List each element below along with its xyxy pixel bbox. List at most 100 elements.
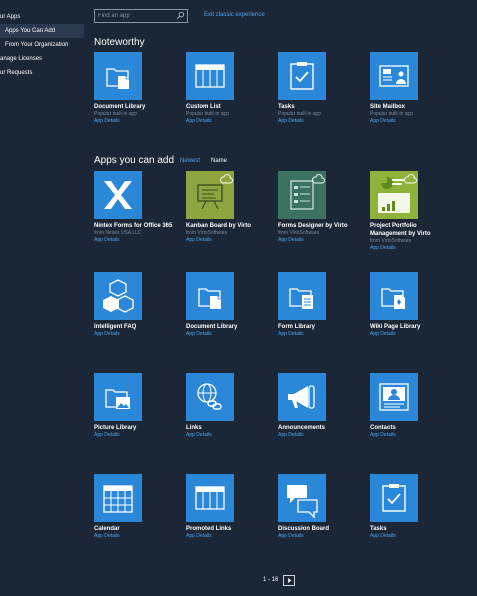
app-publisher: from VirtoSoftware [278,230,320,236]
app-tile-icon-box[interactable] [94,474,142,522]
app-details-link[interactable]: App Details [278,533,358,540]
app-tile[interactable]: Intelligent FAQ App Details [94,272,174,338]
app-tile-icon-box[interactable] [186,171,234,219]
app-details-link[interactable]: App Details [186,533,266,540]
app-tile[interactable]: Document Library App Details [186,272,266,338]
search-icon[interactable] [176,11,185,20]
noteworthy-heading: Noteworthy [94,37,145,48]
app-details-link[interactable]: App Details [94,237,174,244]
app-details-link[interactable]: App Details [94,432,174,439]
app-tile-icon-box[interactable] [94,52,142,100]
app-tile[interactable]: Discussion Board App Details [278,474,358,540]
app-tile[interactable]: Links App Details [186,373,266,439]
app-tile[interactable]: Nintex Forms for Office 365 from Nintex U… [94,171,174,244]
calendar-icon [103,485,133,513]
app-title[interactable]: Calendar [94,525,174,533]
exit-classic-link[interactable]: Exit classic experience [204,12,265,18]
app-details-link[interactable]: App Details [278,331,358,338]
app-tile[interactable]: Contacts App Details [370,373,450,439]
app-details-link[interactable]: App Details [278,237,358,244]
app-title[interactable]: Project Portfolio Management by Virto [370,222,450,238]
app-tile-icon-box[interactable] [186,373,234,421]
app-tile[interactable]: Promoted Links App Details [186,474,266,540]
app-tile-icon-box[interactable] [278,474,326,522]
sort-newest-link[interactable]: Newest [180,158,200,164]
app-tile-icon-box[interactable] [370,373,418,421]
app-tile[interactable]: Tasks Popular built-in app App Details [278,52,358,125]
app-tile-icon-box[interactable] [370,171,418,219]
app-details-link[interactable]: App Details [370,118,450,125]
app-title[interactable]: Tasks [370,525,450,533]
announcements-icon [288,385,315,409]
nav-your-requests[interactable]: ur Requests [0,66,86,80]
app-tile-icon-box[interactable] [186,52,234,100]
app-tile[interactable]: Picture Library App Details [94,373,174,439]
app-details-link[interactable]: App Details [186,432,266,439]
app-tile-icon-box[interactable] [370,272,418,320]
nav-item-label: anage Licenses [0,56,43,62]
app-details-link[interactable]: App Details [94,331,174,338]
app-title[interactable]: Discussion Board [278,525,358,533]
app-title[interactable]: Promoted Links [186,525,266,533]
app-tile[interactable]: Kanban Board by Virto from VirtoSoftware A… [186,171,266,244]
app-title[interactable]: Form Library [278,323,358,331]
app-title[interactable]: Intelligent FAQ [94,323,174,331]
app-title[interactable]: Custom List [186,103,266,111]
app-title[interactable]: Document Library [186,323,266,331]
app-tile[interactable]: Forms Designer by Virto from VirtoSoftwar… [278,171,358,244]
app-title[interactable]: Picture Library [94,424,174,432]
app-title[interactable]: Nintex Forms for Office 365 [94,222,174,230]
app-tile-icon-box[interactable] [94,171,142,219]
app-details-link[interactable]: App Details [370,533,450,540]
app-details-link[interactable]: App Details [186,118,266,125]
app-tile-icon-box[interactable] [278,171,326,219]
app-details-link[interactable]: App Details [94,118,174,125]
app-details-link[interactable]: App Details [186,331,266,338]
app-title[interactable]: Contacts [370,424,450,432]
nav-apps-you-can-add[interactable]: Apps You Can Add [0,24,84,38]
app-title[interactable]: Tasks [278,103,358,111]
app-tile[interactable]: Custom List Popular built-in app App Detai… [186,52,266,125]
app-title[interactable]: Wiki Page Library [370,323,450,331]
app-tile[interactable]: Site Mailbox Popular built-in app App Deta… [370,52,450,125]
app-tile[interactable]: Document Library Popular built-in app App … [94,52,174,125]
app-title[interactable]: Forms Designer by Virto [278,222,358,230]
app-tile[interactable]: Calendar App Details [94,474,174,540]
app-title[interactable]: Links [186,424,266,432]
app-tile-icon-box[interactable] [94,373,142,421]
app-tile-icon-box[interactable] [278,52,326,100]
nav-manage-licenses[interactable]: anage Licenses [0,52,86,66]
app-publisher: from VirtoSoftware [186,230,228,236]
app-tile-icon-box[interactable] [370,52,418,100]
app-tile[interactable]: Form Library App Details [278,272,358,338]
app-publisher: from Nintex USA LLC [94,230,142,236]
app-title[interactable]: Site Mailbox [370,103,450,111]
app-details-link[interactable]: App Details [278,118,358,125]
app-tile[interactable]: Tasks App Details [370,474,450,540]
app-tile-icon-box[interactable] [186,474,234,522]
app-tile-icon-box[interactable] [278,272,326,320]
app-title[interactable]: Document Library [94,103,174,111]
app-tile-icon-box[interactable] [370,474,418,522]
search-input[interactable] [95,10,175,22]
app-tile[interactable]: Project Portfolio Management by Virto fro… [370,171,450,252]
app-title[interactable]: Announcements [278,424,358,432]
portfolio-icon [378,174,417,213]
app-details-link[interactable]: App Details [370,245,450,252]
app-tile-icon-box[interactable] [94,272,142,320]
app-details-link[interactable]: App Details [186,237,266,244]
app-details-link[interactable]: App Details [94,533,174,540]
nav-your-apps[interactable]: ur Apps [0,10,86,24]
sort-name-link[interactable]: Name [211,158,227,164]
nav-from-your-organization[interactable]: From Your Organization [0,38,86,52]
app-details-link[interactable]: App Details [370,331,450,338]
app-details-link[interactable]: App Details [370,432,450,439]
app-details-link[interactable]: App Details [278,432,358,439]
picture-library-icon [105,389,130,409]
app-tile-icon-box[interactable] [186,272,234,320]
app-title[interactable]: Kanban Board by Virto [186,222,266,230]
next-page-button[interactable] [283,575,295,586]
app-tile-icon-box[interactable] [278,373,326,421]
app-tile[interactable]: Announcements App Details [278,373,358,439]
app-tile[interactable]: Wiki Page Library App Details [370,272,450,338]
